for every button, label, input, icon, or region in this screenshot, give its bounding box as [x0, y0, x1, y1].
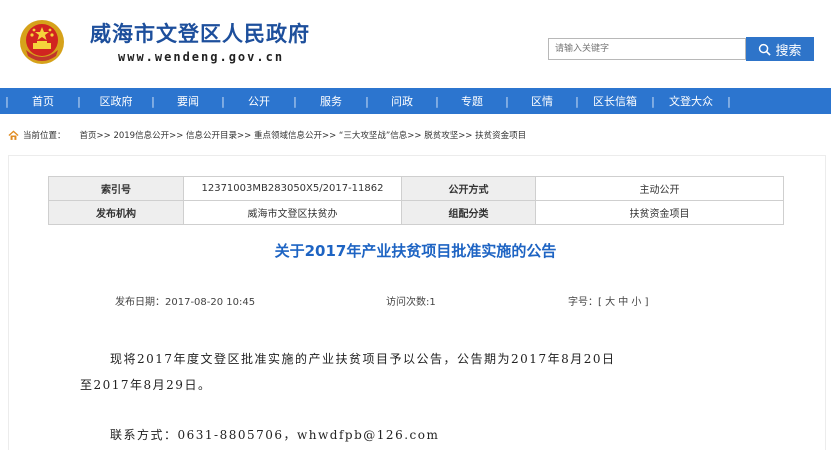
search-button[interactable]: 搜索: [746, 37, 814, 61]
site-header: 威海市文登区人民政府 www.wendeng.gov.cn 搜索: [0, 0, 831, 88]
main-nav: | 首页 | 区政府 | 要闻 | 公开 | 服务 | 问政 | 专题 | 区情…: [0, 88, 831, 114]
breadcrumb-label: 当前位置：: [23, 131, 66, 141]
search-button-label: 搜索: [775, 43, 802, 59]
nav-item-wendeng-public[interactable]: 文登大众: [660, 93, 722, 109]
breadcrumb-path[interactable]: 首页>> 2019信息公开>> 信息公开目录>> 重点领域信息公开>> “三大攻…: [80, 129, 527, 141]
nav-separator: |: [651, 94, 655, 108]
nav-separator: |: [151, 94, 155, 108]
nav-item-topics[interactable]: 专题: [444, 93, 500, 109]
nav-item-inquiry[interactable]: 问政: [374, 93, 430, 109]
index-number-label: 索引号: [48, 176, 184, 201]
breadcrumb: 当前位置： 首页>> 2019信息公开>> 信息公开目录>> 重点领域信息公开>…: [8, 128, 526, 142]
nav-separator: |: [221, 94, 225, 108]
info-table: 索引号 12371003MB283050X5/2017-11862 公开方式 主…: [48, 176, 784, 225]
nav-item-mayor-mailbox[interactable]: 区长信箱: [584, 93, 646, 109]
category-label: 组配分类: [401, 200, 536, 225]
article-paragraph-continued: 至2017年8月29日。: [80, 378, 212, 392]
disclosure-method-value: 主动公开: [535, 176, 784, 201]
nav-item-government[interactable]: 区政府: [86, 93, 146, 109]
search-icon: [759, 43, 772, 56]
home-icon: [8, 130, 19, 140]
font-size-control[interactable]: 字号：[ 大 中 小 ]: [568, 293, 649, 308]
nav-separator: |: [727, 94, 731, 108]
nav-separator: |: [435, 94, 439, 108]
nav-separator: |: [293, 94, 297, 108]
publish-date: 发布日期：2017-08-20 10:45: [115, 297, 256, 308]
nav-separator: |: [77, 94, 81, 108]
publisher-label: 发布机构: [48, 200, 184, 225]
nav-item-disclosure[interactable]: 公开: [230, 93, 288, 109]
nav-item-services[interactable]: 服务: [302, 93, 360, 109]
table-row: 发布机构 威海市文登区扶贫办 组配分类 扶贫资金项目: [48, 200, 784, 225]
search-input[interactable]: [548, 38, 746, 60]
visit-count: 访问次数:1: [386, 297, 436, 308]
site-url[interactable]: www.wendeng.gov.cn: [118, 50, 284, 64]
nav-item-home[interactable]: 首页: [14, 93, 72, 109]
article-title: 关于2017年产业扶贫项目批准实施的公告: [274, 242, 557, 260]
contact-info: 联系方式：0631-8805706，whwdfpb@126.com: [110, 428, 440, 442]
nav-separator: |: [365, 94, 369, 108]
disclosure-method-label: 公开方式: [401, 176, 536, 201]
table-row: 索引号 12371003MB283050X5/2017-11862 公开方式 主…: [48, 176, 784, 201]
article-paragraph: 现将2017年度文登区批准实施的产业扶贫项目予以公告，公告期为2017年8月20…: [110, 352, 616, 366]
nav-item-news[interactable]: 要闻: [160, 93, 216, 109]
nav-separator: |: [505, 94, 509, 108]
site-title[interactable]: 威海市文登区人民政府: [90, 18, 310, 48]
nav-separator: |: [5, 94, 9, 108]
nav-item-district-info[interactable]: 区情: [514, 93, 570, 109]
publisher-value: 威海市文登区扶贫办: [183, 200, 402, 225]
category-value: 扶贫资金项目: [535, 200, 784, 225]
nav-separator: |: [575, 94, 579, 108]
national-emblem-icon: [20, 20, 64, 64]
index-number-value: 12371003MB283050X5/2017-11862: [183, 176, 402, 201]
